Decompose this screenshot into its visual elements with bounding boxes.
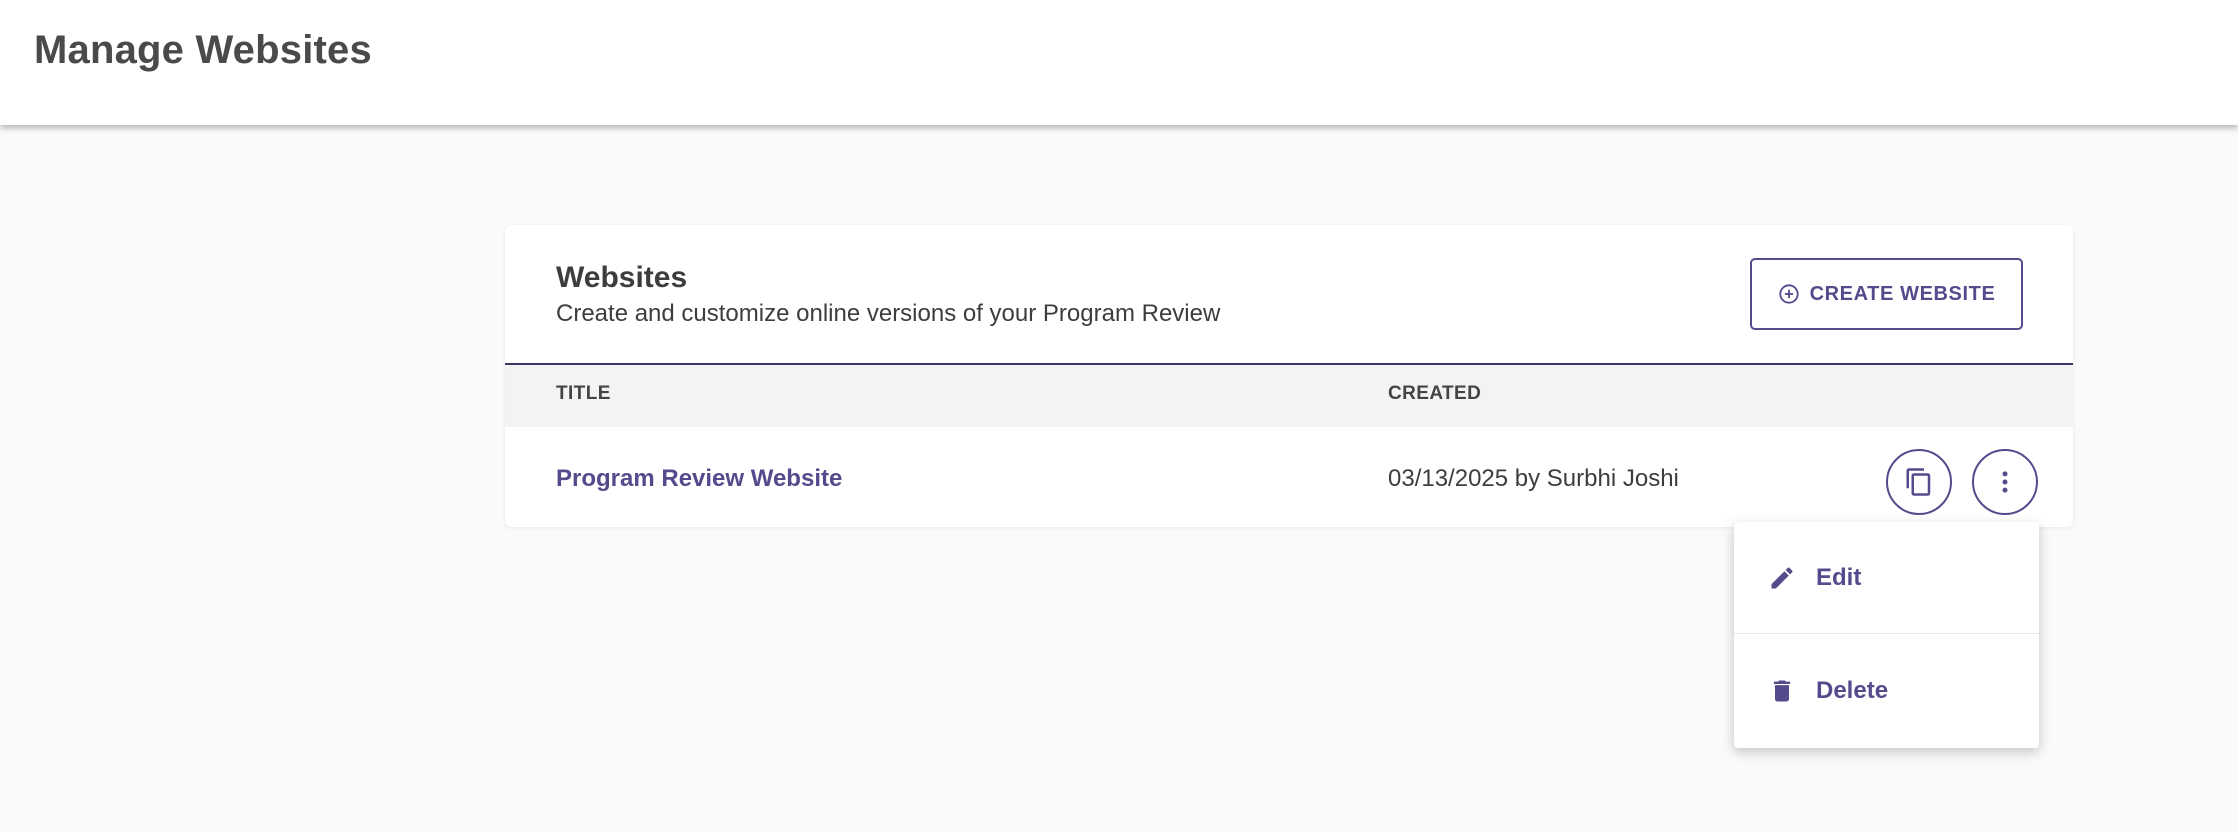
create-website-button[interactable]: CREATE WEBSITE <box>1750 258 2023 330</box>
website-created: 03/13/2025 by Surbhi Joshi <box>1388 465 1679 492</box>
plus-circle-icon <box>1778 283 1800 305</box>
copy-button[interactable] <box>1886 449 1952 515</box>
menu-item-delete[interactable]: Delete <box>1734 635 2039 747</box>
page-title: Manage Websites <box>34 28 372 72</box>
pencil-icon <box>1768 564 1796 592</box>
column-header-created: CREATED <box>1388 383 1482 404</box>
card-title: Websites <box>556 261 688 294</box>
table-row: Program Review Website 03/13/2025 by Sur… <box>505 427 2073 527</box>
card-subtitle: Create and customize online versions of … <box>556 300 1221 327</box>
menu-item-edit-label: Edit <box>1816 563 1862 591</box>
top-app-bar: Manage Websites <box>0 0 2238 125</box>
more-vert-icon <box>1990 467 2020 497</box>
websites-card: Websites Create and customize online ver… <box>505 225 2073 527</box>
trash-icon <box>1768 677 1796 705</box>
row-actions-menu: Edit Delete <box>1734 522 2039 748</box>
website-title-link[interactable]: Program Review Website <box>556 465 842 493</box>
menu-item-delete-label: Delete <box>1816 677 1889 704</box>
more-options-button[interactable] <box>1972 449 2038 515</box>
table-header: TITLE CREATED <box>505 363 2073 427</box>
menu-item-edit[interactable]: Edit <box>1734 522 2039 634</box>
create-website-label: CREATE WEBSITE <box>1809 282 1996 305</box>
copy-icon <box>1904 467 1934 497</box>
column-header-title: TITLE <box>556 383 611 404</box>
